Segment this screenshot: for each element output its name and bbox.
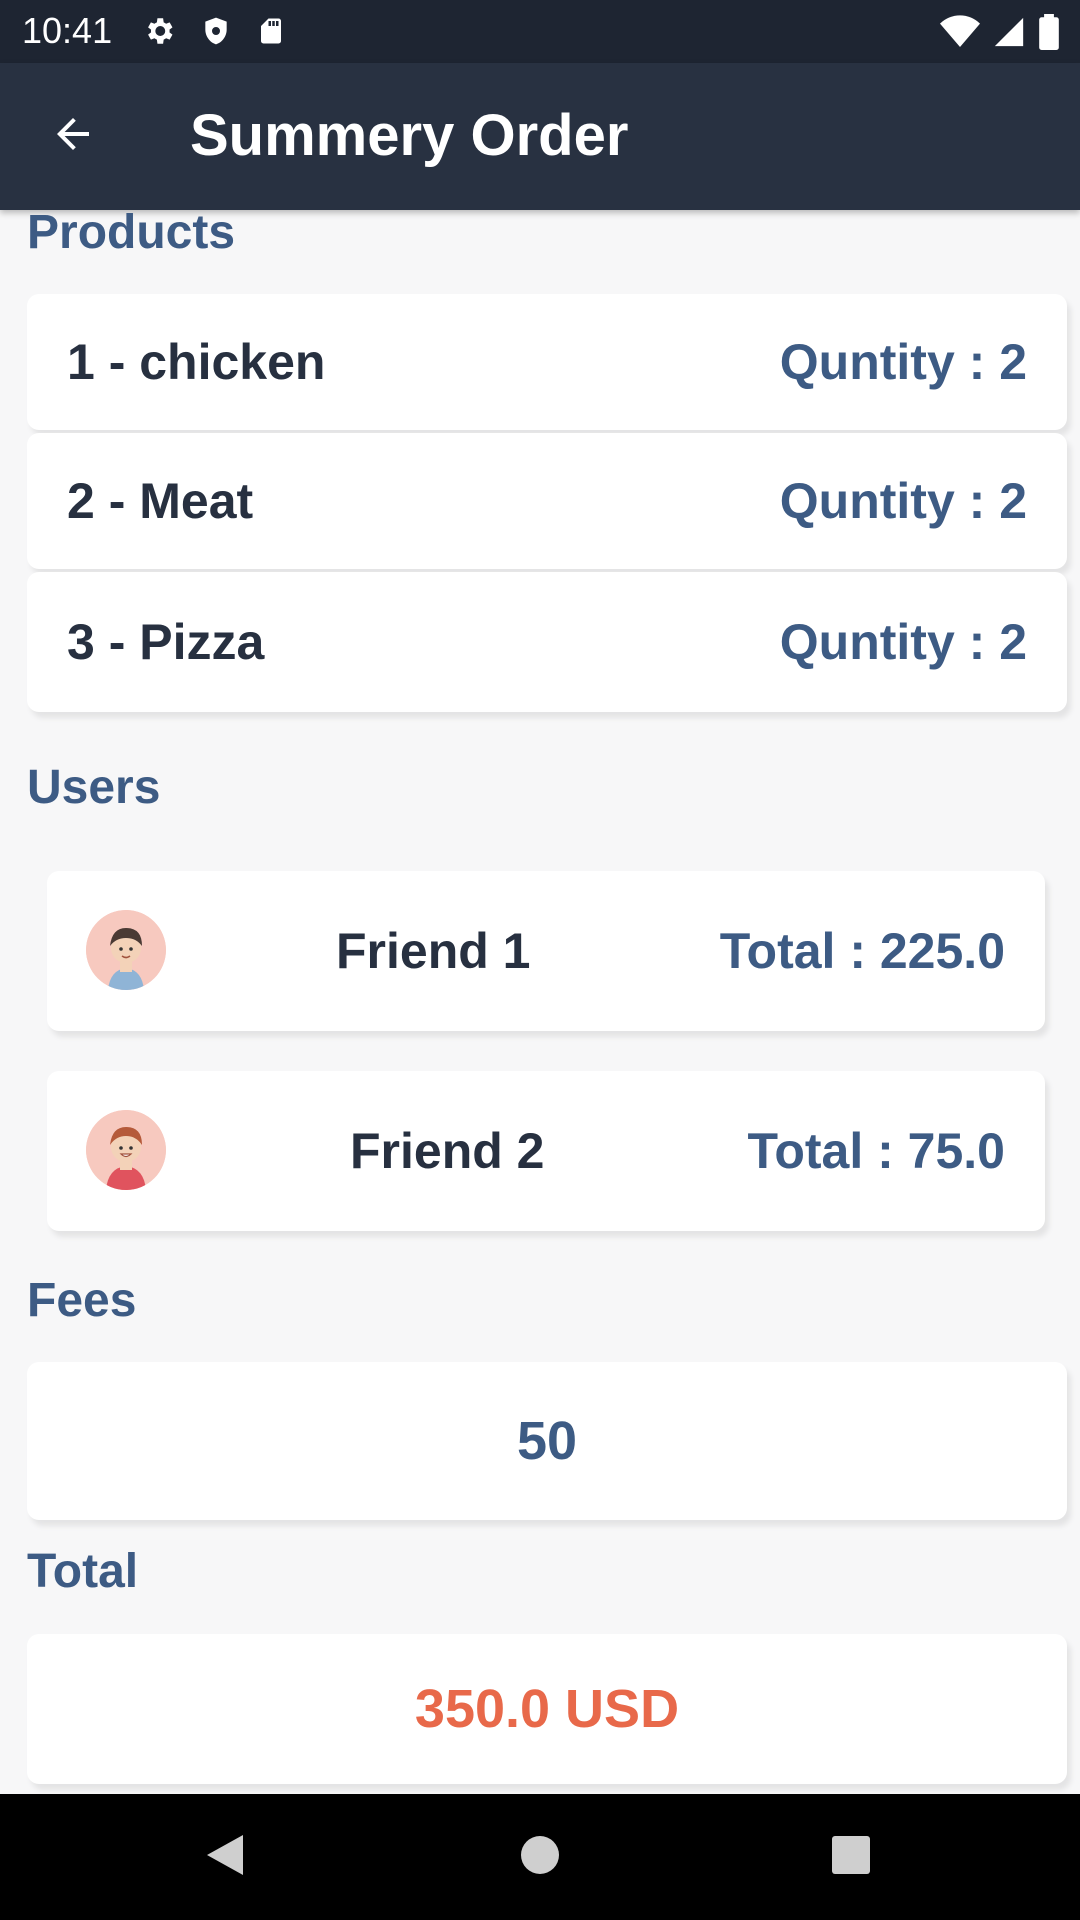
nav-home-button[interactable]: [507, 1824, 573, 1890]
user-total: Total : 225.0: [719, 923, 1005, 979]
status-time: 10:41: [22, 10, 113, 51]
product-name: 1 - chicken: [67, 334, 326, 390]
home-circle-icon: [519, 1834, 561, 1881]
page-title: Summery Order: [190, 103, 629, 168]
product-name: 3 - Pizza: [67, 614, 265, 670]
arrow-left-icon: [49, 110, 97, 163]
total-value: 350.0 USD: [414, 1679, 680, 1739]
order-summary-content[interactable]: Products 1 - chicken Quntity : 2 2 - Mea…: [0, 210, 1080, 1794]
product-quantity: Quntity : 2: [779, 334, 1027, 390]
fees-section-title: Fees: [27, 1274, 137, 1327]
sd-card-icon: [256, 14, 286, 53]
boy-hoodie-avatar-icon: [86, 1110, 166, 1190]
recents-square-icon: [831, 1835, 871, 1880]
status-icons-left: [142, 14, 286, 53]
nav-recents-button[interactable]: [818, 1824, 884, 1890]
gear-icon: [142, 14, 176, 53]
product-quantity: Quntity : 2: [779, 614, 1027, 670]
products-section-title: Products: [27, 210, 236, 259]
user-name: Friend 1: [336, 923, 531, 979]
status-bar: 10:41: [0, 0, 1080, 63]
user-card: Friend 2 Total : 75.0: [47, 1071, 1045, 1231]
fees-card: 50: [27, 1362, 1067, 1520]
total-section-title: Total: [27, 1545, 139, 1598]
product-card: 2 - Meat Quntity : 2: [27, 433, 1067, 569]
product-card: 1 - chicken Quntity : 2: [27, 294, 1067, 430]
user-total: Total : 75.0: [747, 1123, 1005, 1179]
battery-icon: [1038, 14, 1060, 55]
user-card: Friend 1 Total : 225.0: [47, 871, 1045, 1031]
total-card: 350.0 USD: [27, 1634, 1067, 1784]
fees-value: 50: [516, 1411, 578, 1471]
shield-icon: [200, 14, 232, 53]
product-name: 2 - Meat: [67, 473, 254, 529]
app-bar: Summery Order: [0, 63, 1080, 210]
status-icons-right: [940, 14, 1060, 55]
back-button[interactable]: [40, 103, 106, 169]
product-quantity: Quntity : 2: [779, 473, 1027, 529]
users-section-title: Users: [27, 761, 161, 814]
user-name: Friend 2: [350, 1123, 545, 1179]
boy-avatar-icon: [86, 910, 166, 990]
back-triangle-icon: [203, 1831, 247, 1884]
system-nav-bar: [0, 1794, 1080, 1920]
wifi-icon: [940, 15, 980, 54]
nav-back-button[interactable]: [192, 1824, 258, 1890]
product-card: 3 - Pizza Quntity : 2: [27, 572, 1067, 712]
signal-icon: [992, 15, 1026, 54]
